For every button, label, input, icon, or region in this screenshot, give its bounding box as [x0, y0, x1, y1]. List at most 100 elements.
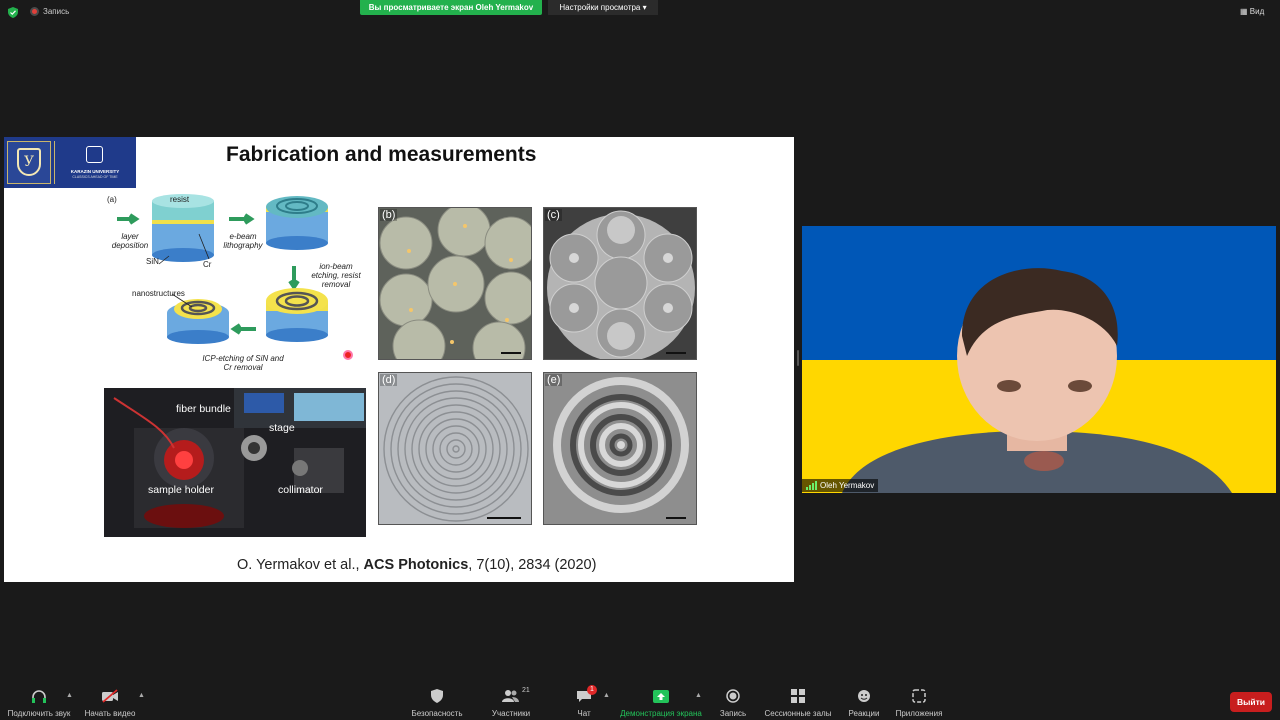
start-video-button[interactable]: Начать видео [80, 680, 140, 720]
step-deposition-label: layer deposition [111, 232, 149, 250]
audio-options-caret-icon[interactable]: ▲ [66, 692, 73, 699]
panel-label-a: (a) [107, 195, 117, 204]
arrow-left-icon [230, 323, 256, 335]
start-video-label: Начать видео [84, 709, 136, 718]
headphones-icon [30, 687, 48, 705]
sem-tag-d: (d) [380, 374, 398, 386]
sem-image-d [379, 373, 531, 524]
sample-holder-label: sample holder [148, 484, 214, 496]
sem-panel-d: (d) [378, 372, 532, 525]
record-label: Запись [719, 709, 747, 718]
signal-strength-icon [806, 481, 817, 490]
citation-authors: O. Yermakov et al., [237, 557, 364, 573]
resist-label: resist [170, 195, 190, 204]
university-logo: У KARAZIN UNIVERSITY CLASSICS AHEAD OF T… [4, 137, 136, 188]
step-icp-label: ICP-etching of SiN and Cr removal [202, 354, 284, 372]
apps-label: Приложения [895, 709, 943, 718]
chevron-down-icon: ▾ [642, 3, 647, 12]
step-ionbeam-label: ion-beam etching, resist removal [311, 262, 361, 289]
participants-icon [502, 687, 520, 705]
sem-panel-b: (b) [378, 207, 532, 360]
citation-journal: ACS Photonics [363, 557, 469, 573]
chat-unread-badge: 1 [587, 685, 597, 695]
panel-resize-handle[interactable] [797, 350, 799, 366]
shield-icon [428, 687, 446, 705]
sem-tag-b: (b) [380, 209, 398, 221]
nanostructures-label: nanostructures [132, 289, 185, 298]
top-bar: Запись Вы просматриваете экран Oleh Yerm… [0, 0, 1280, 26]
leave-meeting-button[interactable]: Выйти [1230, 692, 1272, 712]
security-label: Безопасность [411, 709, 463, 718]
logo-divider [54, 141, 55, 184]
video-options-caret-icon[interactable]: ▲ [138, 692, 145, 699]
participant-video-tile[interactable]: Oleh Yermakov [802, 226, 1276, 493]
view-grid-icon: ▦ [1240, 7, 1248, 16]
citation: O. Yermakov et al., ACS Photonics, 7(10)… [237, 557, 596, 573]
meeting-toolbar: Подключить звук ▲ Начать видео ▲ Безопас… [0, 680, 1280, 720]
disk-ebeam [266, 196, 328, 250]
join-audio-button[interactable]: Подключить звук [4, 680, 74, 720]
stage-label: stage [269, 422, 295, 434]
join-audio-label: Подключить звук [7, 709, 71, 718]
disk-resist [152, 194, 214, 262]
arrow-down-icon [288, 266, 300, 291]
participants-count: 21 [522, 687, 530, 694]
share-screen-icon [652, 687, 670, 705]
sem-panel-e: (e) [543, 372, 697, 525]
chat-options-caret-icon[interactable]: ▲ [603, 692, 610, 699]
sem-image-b [379, 208, 531, 359]
security-button[interactable]: Безопасность [405, 680, 469, 720]
scale-bar [501, 352, 521, 354]
view-button[interactable]: ▦ Вид [1240, 7, 1264, 16]
shield-check-icon[interactable] [8, 7, 18, 18]
record-icon [724, 687, 742, 705]
sem-panel-c: (c) [543, 207, 697, 360]
participants-label: Участники [491, 709, 531, 718]
scale-bar [666, 517, 686, 519]
share-screen-button[interactable]: Демонстрация экрана [616, 680, 706, 720]
reactions-label: Реакции [848, 709, 880, 718]
apps-icon [910, 687, 928, 705]
view-settings-button[interactable]: Настройки просмотра ▾ [548, 0, 658, 15]
setup-photo-art [104, 388, 366, 537]
disk-nanostructures [167, 299, 229, 344]
sin-label: SiN [146, 257, 159, 266]
disk-ionbeam [266, 288, 328, 342]
citation-ref: , 7(10), 2834 (2020) [468, 557, 597, 573]
participant-avatar-video [842, 268, 1232, 493]
scale-bar [487, 517, 521, 519]
fiber-bundle-label: fiber bundle [176, 403, 231, 415]
recording-indicator[interactable]: Запись [30, 7, 69, 16]
view-button-label: Вид [1249, 7, 1265, 16]
sem-image-e [544, 373, 696, 524]
breakout-rooms-icon [789, 687, 807, 705]
share-screen-label: Демонстрация экрана [620, 709, 702, 718]
logo-university-name: KARAZIN UNIVERSITY [70, 169, 120, 174]
share-options-caret-icon[interactable]: ▲ [695, 692, 702, 699]
logo-tagline: CLASSICS AHEAD OF TIME [72, 175, 118, 179]
shared-screen-slide: У KARAZIN UNIVERSITY CLASSICS AHEAD OF T… [4, 137, 794, 582]
breakout-rooms-button[interactable]: Сессионные залы [762, 680, 834, 720]
view-settings-label: Настройки просмотра [559, 3, 641, 12]
sem-tag-c: (c) [545, 209, 562, 221]
smiley-icon [855, 687, 873, 705]
scale-bar [666, 352, 686, 354]
step-ebeam-label: e-beam lithography [223, 232, 263, 250]
arrow-right-icon [117, 213, 140, 225]
video-off-icon [101, 687, 119, 705]
screen-share-banner: Вы просматриваете экран Oleh Yermakov [360, 0, 542, 15]
record-dot-icon [30, 7, 39, 16]
collimator-label: collimator [278, 484, 323, 496]
apps-button[interactable]: Приложения [893, 680, 945, 720]
record-button[interactable]: Запись [716, 680, 750, 720]
cr-label: Cr [203, 260, 212, 269]
arrow-right-icon [229, 213, 255, 225]
setup-photo: fiber bundle stage sample holder collima… [104, 388, 366, 537]
participants-button[interactable]: Участники [486, 680, 536, 720]
laser-pointer-icon [343, 350, 353, 360]
participant-name-tag: Oleh Yermakov [802, 479, 879, 492]
participant-name: Oleh Yermakov [820, 481, 875, 490]
chat-label: Чат [577, 709, 591, 718]
reactions-button[interactable]: Реакции [846, 680, 882, 720]
slide-title: Fabrication and measurements [226, 143, 537, 166]
